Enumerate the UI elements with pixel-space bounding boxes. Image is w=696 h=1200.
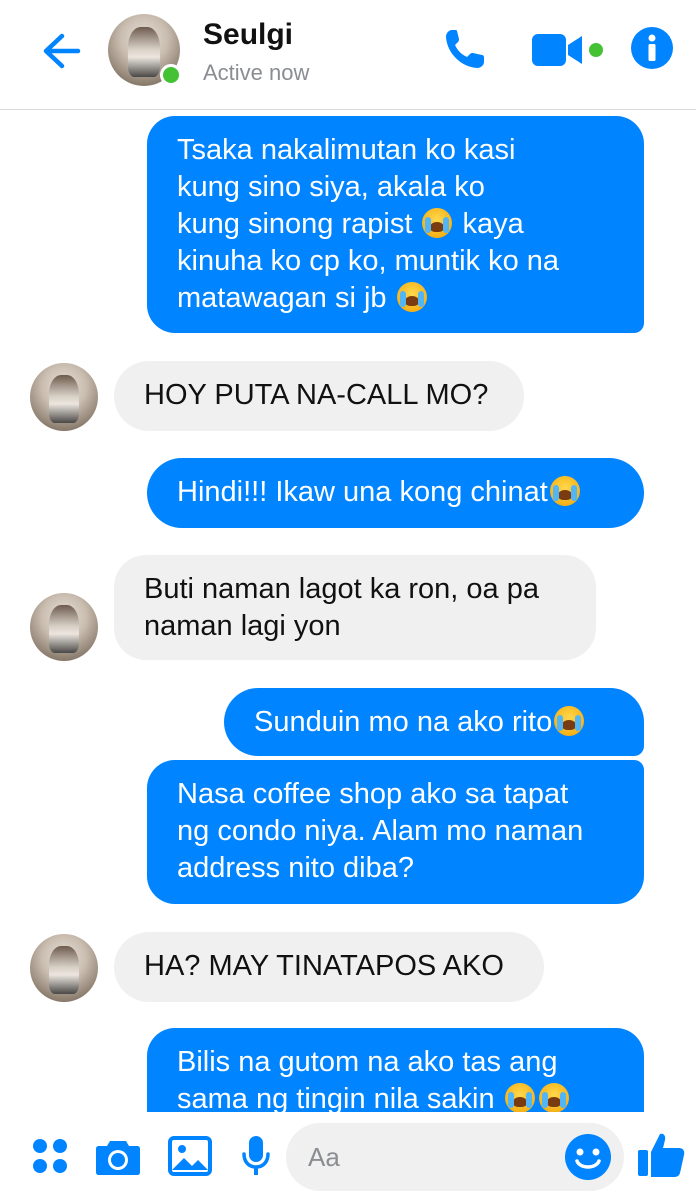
contact-avatar[interactable] (108, 14, 182, 86)
phone-icon (446, 30, 484, 68)
video-camera-icon (532, 34, 603, 66)
sender-avatar[interactable] (30, 593, 98, 661)
sender-avatar[interactable] (30, 934, 98, 1002)
crying-emoji-icon (422, 208, 453, 238)
crying-emoji-icon (549, 476, 580, 506)
message-text: Sunduin mo na ako rito (254, 706, 553, 738)
message-bubble-outgoing[interactable]: Nasa coffee shop ako sa tapat ng condo n… (147, 760, 644, 904)
crying-emoji-icon (396, 282, 427, 312)
message-line: Bilis na gutom na ako tas ang (177, 1046, 558, 1078)
message-bubble-outgoing[interactable]: Sunduin mo na ako rito (224, 688, 644, 756)
online-status-dot (160, 64, 182, 86)
message-bubble-incoming[interactable]: Buti naman lagot ka ron, oa pa naman lag… (114, 555, 596, 660)
message-line: Tsaka nakalimutan ko kasi (177, 134, 516, 166)
contact-status: Active now (203, 60, 310, 85)
message-line: kung sinong rapist (177, 208, 413, 240)
camera-button[interactable] (94, 1132, 142, 1180)
message-input-pill[interactable] (286, 1123, 624, 1191)
message-line: Buti naman lagot ka ron, oa pa (144, 573, 539, 605)
message-line: kung sino siya, akala ko (177, 171, 485, 203)
video-call-button[interactable] (530, 30, 606, 70)
message-line: Nasa coffee shop ako sa tapat (177, 778, 569, 810)
message-text: HOY PUTA NA-CALL MO? (144, 379, 489, 411)
gallery-button[interactable] (166, 1132, 214, 1180)
message-line: address nito diba? (177, 852, 414, 884)
info-button[interactable] (630, 26, 674, 70)
message-line: naman lagi yon (144, 610, 341, 642)
message-bubble-outgoing[interactable]: Bilis na gutom na ako tas ang sama ng ti… (147, 1028, 644, 1112)
gallery-icon (168, 1136, 212, 1176)
message-bubble-incoming[interactable]: HOY PUTA NA-CALL MO? (114, 361, 524, 431)
thumbs-up-icon (638, 1133, 685, 1177)
apps-grid-icon (33, 1139, 67, 1173)
crying-emoji-icon (554, 706, 585, 736)
message-bubble-outgoing[interactable]: Tsaka nakalimutan ko kasi kung sino siya… (147, 116, 644, 333)
message-bubble-incoming[interactable]: HA? MAY TINATAPOS AKO (114, 932, 544, 1002)
message-composer (0, 1112, 696, 1200)
microphone-icon (242, 1136, 270, 1175)
message-text: Hindi!!! Ikaw una kong chinat (177, 476, 548, 508)
more-actions-button[interactable] (26, 1132, 74, 1180)
emoji-button[interactable] (564, 1133, 612, 1181)
camera-icon (96, 1141, 140, 1175)
message-line: ng condo niya. Alam mo naman (177, 815, 584, 847)
voice-call-button[interactable] (440, 24, 490, 74)
info-icon (631, 27, 673, 69)
emoji-smile-icon (565, 1134, 611, 1180)
message-line: kaya (462, 208, 524, 240)
back-button[interactable] (38, 28, 84, 74)
message-input[interactable] (308, 1137, 558, 1177)
message-line: kinuha ko cp ko, muntik ko na (177, 245, 560, 277)
contact-name[interactable]: Seulgi (203, 18, 293, 52)
message-line: matawagan si jb (177, 282, 387, 314)
crying-emoji-icon (538, 1083, 569, 1112)
message-bubble-outgoing[interactable]: Hindi!!! Ikaw una kong chinat (147, 458, 644, 528)
voice-record-button[interactable] (232, 1132, 280, 1180)
conversation-header: Seulgi Active now (0, 0, 696, 110)
like-button[interactable] (636, 1130, 686, 1180)
message-text: HA? MAY TINATAPOS AKO (144, 950, 504, 982)
crying-emoji-icon (504, 1083, 535, 1112)
back-arrow-icon (43, 33, 81, 69)
message-line: sama ng tingin nila sakin (177, 1083, 495, 1112)
sender-avatar[interactable] (30, 363, 98, 431)
message-thread[interactable]: Tsaka nakalimutan ko kasi kung sino siya… (0, 110, 696, 1112)
